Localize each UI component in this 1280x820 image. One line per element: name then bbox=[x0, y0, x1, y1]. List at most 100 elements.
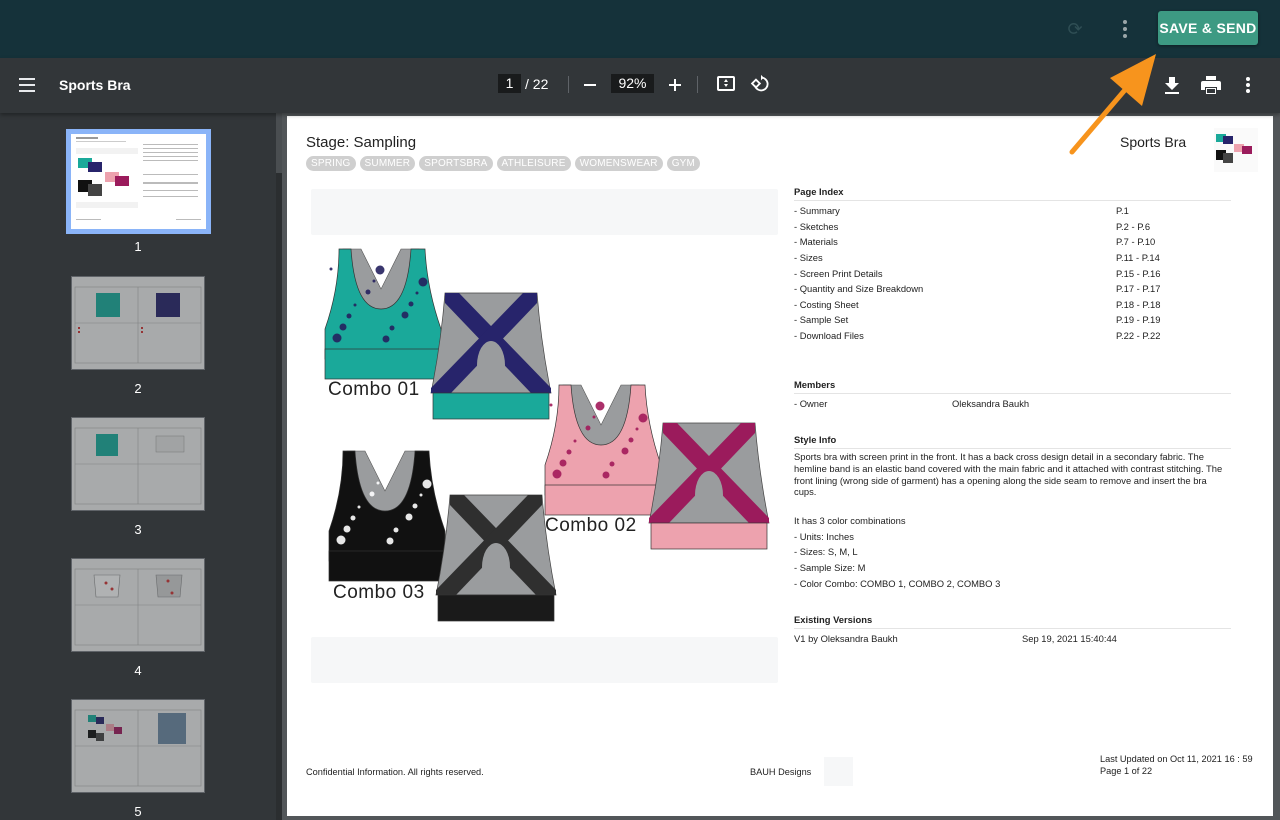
version-row[interactable]: V1 by Oleksandra Baukh Sep 19, 2021 15:40… bbox=[794, 631, 1231, 647]
index-row[interactable]: - Quantity and Size Breakdown P.17 - P.17 bbox=[794, 281, 1231, 297]
member-row: - Owner Oleksandra Baukh bbox=[794, 396, 1231, 412]
download-icon[interactable] bbox=[1164, 76, 1180, 94]
page-total: / 22 bbox=[525, 76, 549, 92]
index-row[interactable]: - Sizes P.11 - P.14 bbox=[794, 250, 1231, 266]
style-thumbnail-image bbox=[1214, 128, 1258, 172]
tag: SUMMER bbox=[359, 156, 416, 171]
image-placeholder-top bbox=[311, 189, 778, 235]
tag: GYM bbox=[666, 156, 701, 171]
hamburger-menu-icon[interactable] bbox=[19, 78, 35, 92]
thumbnail-label: 4 bbox=[134, 663, 142, 678]
tag: WOMENSWEAR bbox=[574, 156, 663, 171]
tag: SPRING bbox=[306, 156, 356, 171]
section-heading: Members bbox=[794, 379, 1231, 394]
zoom-out-icon[interactable] bbox=[582, 74, 598, 94]
rotate-icon[interactable] bbox=[750, 73, 772, 95]
section-heading: Page Index bbox=[794, 186, 1231, 201]
index-label: - Quantity and Size Breakdown bbox=[794, 283, 924, 295]
footer-meta: Last Updated on Oct 11, 2021 16 : 59 Pag… bbox=[1100, 753, 1253, 777]
combo-02-front bbox=[544, 384, 662, 516]
members-section: Members - Owner Oleksandra Baukh bbox=[794, 379, 1231, 412]
thumbnail-page-1[interactable] bbox=[66, 129, 211, 234]
index-row[interactable]: - Materials P.7 - P.10 bbox=[794, 234, 1231, 250]
index-pages: P.15 - P.16 bbox=[1116, 267, 1161, 279]
thumbnail-label: 3 bbox=[134, 522, 142, 537]
sync-icon[interactable]: ⟳ bbox=[1064, 18, 1086, 40]
fit-to-page-icon[interactable] bbox=[717, 76, 735, 91]
pdf-toolbar: Sports Bra 1 / 22 92% bbox=[0, 58, 1280, 113]
tag: ATHLEISURE bbox=[496, 156, 571, 171]
style-description: Sports bra with screen print in the fron… bbox=[794, 451, 1223, 498]
index-row[interactable]: - Download Files P.22 - P.22 bbox=[794, 328, 1231, 344]
more-vert-icon[interactable] bbox=[1242, 77, 1254, 93]
zoom-in-icon[interactable] bbox=[667, 74, 683, 94]
print-icon[interactable] bbox=[1201, 76, 1221, 94]
index-label: - Sizes bbox=[794, 252, 823, 264]
index-row[interactable]: - Sample Set P.19 - P.19 bbox=[794, 312, 1231, 328]
company-logo bbox=[824, 757, 853, 786]
section-heading: Existing Versions bbox=[794, 614, 1231, 629]
index-row[interactable]: - Summary P.1 bbox=[794, 203, 1231, 219]
combo-03-back bbox=[435, 494, 557, 622]
thumbnail-page-2[interactable] bbox=[71, 276, 205, 370]
combo-03-front bbox=[328, 450, 446, 582]
image-placeholder-bottom bbox=[311, 637, 778, 683]
pdf-page: Stage: Sampling SPRING SUMMER SPORTSBRA … bbox=[287, 116, 1273, 816]
thumbnail-page-3[interactable] bbox=[71, 417, 205, 511]
zoom-level-input[interactable]: 92% bbox=[611, 74, 654, 93]
document-title: Sports Bra bbox=[59, 77, 131, 93]
version-label: V1 by Oleksandra Baukh bbox=[794, 633, 898, 645]
section-heading: Style Info bbox=[794, 434, 1231, 449]
thumbnail-label: 1 bbox=[134, 239, 142, 254]
thumbnail-label: 5 bbox=[134, 804, 142, 819]
thumbnail-page-5[interactable] bbox=[71, 699, 205, 793]
thumbnail-page-4[interactable] bbox=[71, 558, 205, 652]
document-viewer: Stage: Sampling SPRING SUMMER SPORTSBRA … bbox=[282, 113, 1280, 820]
thumbnail-sidebar: 1 2 3 4 5 bbox=[0, 113, 282, 820]
member-role: - Owner bbox=[794, 398, 828, 410]
combo-label: Combo 03 bbox=[333, 582, 425, 603]
footer-company: BAUH Designs bbox=[750, 767, 812, 777]
versions-section: Existing Versions V1 by Oleksandra Baukh… bbox=[794, 614, 1231, 647]
thumbnail-label: 2 bbox=[134, 381, 142, 396]
save-and-send-button[interactable]: SAVE & SEND bbox=[1158, 11, 1258, 45]
divider bbox=[568, 76, 569, 93]
index-label: - Sample Set bbox=[794, 314, 849, 326]
page-index-section: Page Index - Summary P.1 - Sketches P.2 - … bbox=[794, 186, 1231, 343]
more-vert-icon[interactable] bbox=[1116, 17, 1134, 41]
combo-02-back bbox=[648, 422, 770, 550]
style-info-section: Style Info Sports bra with screen print … bbox=[794, 434, 1231, 591]
last-updated: Last Updated on Oct 11, 2021 16 : 59 bbox=[1100, 754, 1253, 764]
footer-confidential: Confidential Information. All rights res… bbox=[306, 767, 484, 777]
index-row[interactable]: - Sketches P.2 - P.6 bbox=[794, 219, 1231, 235]
index-pages: P.22 - P.22 bbox=[1116, 330, 1161, 342]
index-label: - Costing Sheet bbox=[794, 298, 859, 310]
index-pages: P.11 - P.14 bbox=[1116, 252, 1160, 264]
index-label: - Summary bbox=[794, 205, 840, 217]
page-of: Page 1 of 22 bbox=[1100, 766, 1153, 776]
index-label: - Download Files bbox=[794, 330, 864, 342]
index-row[interactable]: - Screen Print Details P.15 - P.16 bbox=[794, 265, 1231, 281]
app-header: ⟳ SAVE & SEND bbox=[0, 0, 1280, 58]
index-row[interactable]: - Costing Sheet P.18 - P.18 bbox=[794, 297, 1231, 313]
page-number-input[interactable]: 1 bbox=[498, 74, 521, 93]
divider bbox=[697, 76, 698, 93]
index-pages: P.2 - P.6 bbox=[1116, 220, 1151, 232]
style-info-line: - Color Combo: COMBO 1, COMBO 2, COMBO 3 bbox=[794, 577, 1001, 589]
thumbnail-preview bbox=[71, 134, 206, 229]
combo-label: Combo 02 bbox=[545, 515, 637, 536]
style-name: Sports Bra bbox=[1120, 134, 1187, 150]
tag: SPORTSBRA bbox=[419, 156, 493, 171]
stage-title: Stage: Sampling bbox=[306, 134, 417, 151]
index-pages: P.1 bbox=[1116, 205, 1129, 217]
member-name: Oleksandra Baukh bbox=[952, 398, 1030, 410]
style-info-line: - Sample Size: M bbox=[794, 561, 866, 573]
index-pages: P.17 - P.17 bbox=[1116, 283, 1161, 295]
style-info-line: - Sizes: S, M, L bbox=[794, 546, 858, 558]
index-pages: P.19 - P.19 bbox=[1116, 314, 1161, 326]
style-info-line: - Units: Inches bbox=[794, 530, 854, 542]
combo-01-front bbox=[324, 248, 442, 380]
sketch-illustration bbox=[324, 248, 770, 622]
tag-list: SPRING SUMMER SPORTSBRA ATHLEISURE WOMEN… bbox=[306, 156, 701, 171]
combo-label: Combo 01 bbox=[328, 379, 420, 400]
